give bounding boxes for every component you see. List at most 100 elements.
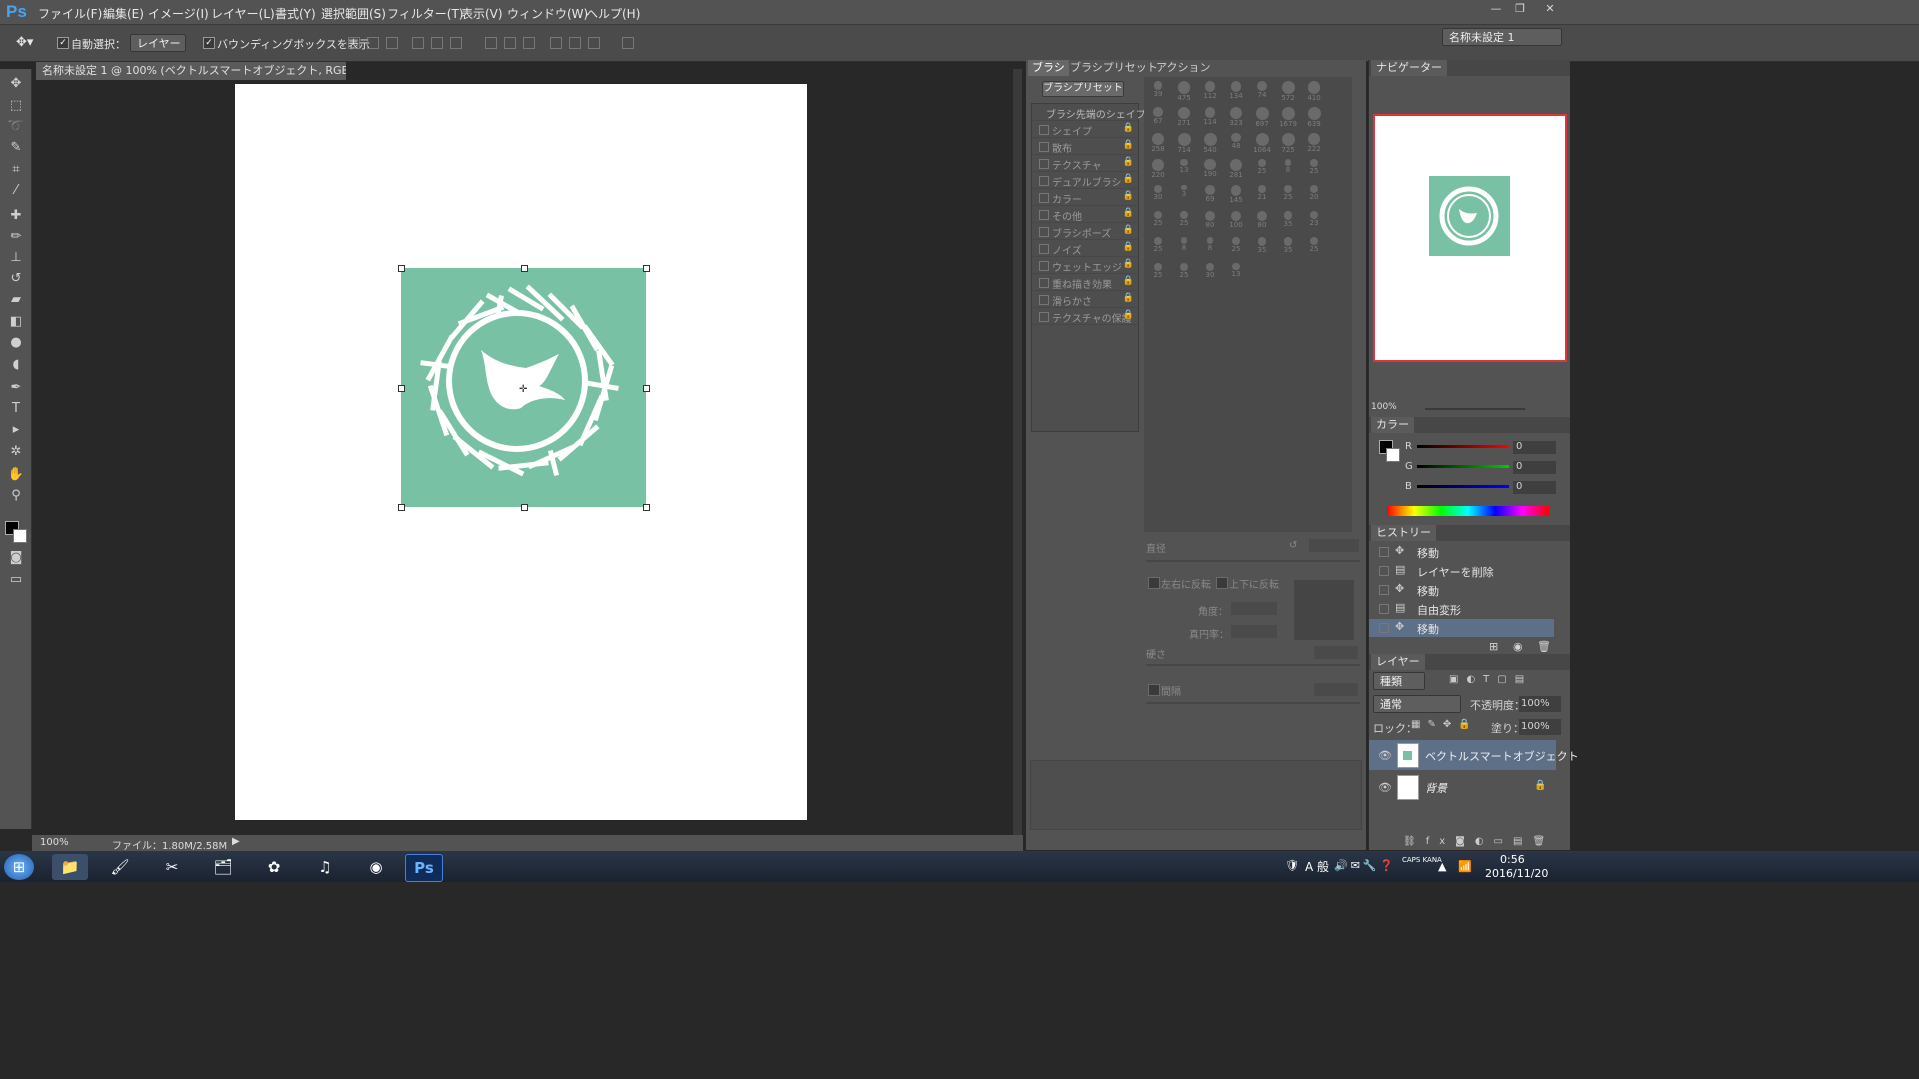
background-color-swatch[interactable] (13, 529, 27, 543)
brush-option-row[interactable]: シェイプ 🔒 (1032, 121, 1138, 138)
move-tool-icon[interactable]: ✥▾ (16, 35, 33, 50)
brush-tip-preset[interactable]: 220 (1146, 159, 1170, 179)
flip-x-checkbox[interactable] (1148, 577, 1160, 589)
ime-indicator[interactable]: A 般 (1305, 858, 1329, 875)
brush-tip-preset[interactable]: 30 (1198, 263, 1222, 279)
brush-tip-preset[interactable]: 190 (1198, 159, 1222, 178)
menu-help[interactable]: ヘルプ(H) (586, 5, 640, 22)
reset-icon[interactable]: ↺ (1289, 540, 1297, 551)
brush-tip-preset[interactable]: 3 (1172, 185, 1196, 198)
history-brush-tool-icon[interactable]: ↺ (6, 270, 26, 288)
tray-icons[interactable]: 🔊✉🔧❓ (1334, 859, 1396, 872)
smart-object-artwork[interactable]: ✛ (398, 265, 650, 511)
hardness-field[interactable] (1314, 646, 1358, 659)
history-item[interactable]: ✥ 移動 (1369, 581, 1554, 599)
explorer-icon[interactable]: 📁 (52, 854, 88, 880)
history-item[interactable]: ▤ レイヤーを削除 (1369, 562, 1554, 580)
menu-file[interactable]: ファイル(F) (38, 5, 102, 22)
brush-tip-preset[interactable]: 145 (1224, 185, 1248, 204)
dodge-tool-icon[interactable]: ◖ (6, 356, 26, 374)
transform-handle[interactable] (398, 385, 405, 392)
brush-option-row[interactable]: 重ね描き効果 🔒 (1032, 274, 1138, 291)
diameter-slider[interactable] (1146, 560, 1360, 562)
auto-select-checkbox[interactable]: ✓ (57, 37, 69, 49)
brush-tip-preset[interactable]: 8 (1172, 237, 1196, 252)
distribute-hcenter-icon[interactable] (569, 37, 581, 49)
workspace-dropdown[interactable]: 名称未設定 1 (1442, 28, 1562, 46)
brush-tip-preset[interactable]: 25 (1146, 237, 1170, 253)
color-spectrum-bar[interactable] (1387, 506, 1549, 516)
brush-tip-preset[interactable]: 35 (1250, 237, 1274, 254)
layer-filter-icons[interactable]: ▣◐T▢▤ (1449, 674, 1532, 685)
menu-view[interactable]: 表示(V) (461, 5, 503, 22)
new-document-from-state-icon[interactable]: ⊞ (1489, 640, 1498, 653)
hardness-slider[interactable] (1146, 664, 1360, 666)
brush-tool-icon[interactable]: ✏ (6, 228, 26, 246)
brush-tip-preset[interactable]: 30 (1146, 185, 1170, 201)
menu-layer[interactable]: レイヤー(L) (211, 5, 275, 22)
transform-handle[interactable] (398, 265, 405, 272)
distribute-left-icon[interactable] (550, 37, 562, 49)
transform-handle[interactable] (521, 504, 528, 511)
brush-tip-preset[interactable]: 20 (1302, 185, 1326, 201)
distribute-right-icon[interactable] (588, 37, 600, 49)
transform-handle[interactable] (643, 265, 650, 272)
brush-option-row[interactable]: その他 🔒 (1032, 206, 1138, 223)
type-tool-icon[interactable]: T (6, 400, 26, 418)
brush-tip-preset[interactable]: 25 (1146, 211, 1170, 227)
layer-filter-dropdown[interactable]: 種類 (1373, 672, 1425, 690)
layer-row-selected[interactable]: 👁 ベクトルスマートオブジェクト (1369, 740, 1579, 770)
layers-title[interactable]: レイヤー (1371, 654, 1425, 670)
menu-filter[interactable]: フィルター(T) (387, 5, 463, 22)
brush-tip-preset[interactable]: 25 (1250, 159, 1274, 175)
brush-tip-preset[interactable]: 540 (1198, 133, 1222, 154)
distribute-vcenter-icon[interactable] (504, 37, 516, 49)
color-g-value[interactable]: 0 (1513, 461, 1556, 474)
menu-edit[interactable]: 編集(E) (103, 5, 144, 22)
color-b-value[interactable]: 0 (1513, 481, 1556, 494)
brush-tip-preset[interactable]: 134 (1224, 81, 1248, 100)
transform-handle[interactable] (643, 504, 650, 511)
quick-mask-icon[interactable]: ◙ (6, 549, 26, 567)
healing-brush-tool-icon[interactable]: ✚ (6, 207, 26, 225)
brush-option-row[interactable]: 滑らかさ 🔒 (1032, 291, 1138, 308)
auto-align-icon[interactable] (622, 37, 634, 49)
brush-option-row[interactable]: 散布 🔒 (1032, 138, 1138, 155)
brush-tip-preset[interactable]: 258 (1146, 133, 1170, 153)
color-g-slider[interactable] (1417, 465, 1509, 468)
brush-tip-preset[interactable]: 100 (1224, 211, 1248, 229)
layer-row[interactable]: 👁 背景 🔒 (1369, 772, 1556, 802)
brush-tip-preset[interactable]: 35 (1276, 211, 1300, 228)
menu-image[interactable]: イメージ(I) (148, 5, 209, 22)
blur-tool-icon[interactable]: ● (6, 334, 26, 352)
color-background-swatch[interactable] (1386, 448, 1400, 462)
history-title[interactable]: ヒストリー (1371, 525, 1436, 541)
app-icon[interactable]: ✿ (256, 854, 292, 880)
show-hidden-icons[interactable]: ▲ (1438, 860, 1446, 873)
distribute-top-icon[interactable] (485, 37, 497, 49)
brush-tip-preset[interactable]: 13 (1172, 159, 1196, 174)
align-top-icon[interactable] (348, 37, 360, 49)
brush-tip-preset[interactable]: 21 (1250, 185, 1274, 201)
brush-tip-preset[interactable]: 8 (1276, 159, 1300, 174)
brush-tip-preset[interactable]: 48 (1224, 133, 1248, 150)
brush-tip-preset[interactable]: 697 (1250, 107, 1274, 128)
paint-bucket-tool-icon[interactable]: ◧ (6, 313, 26, 331)
brush-option-row[interactable]: テクスチャ 🔒 (1032, 155, 1138, 172)
brush-tip-preset[interactable]: 80 (1250, 211, 1274, 229)
brush-tip-preset[interactable]: 572 (1276, 81, 1300, 102)
brush-tip-preset[interactable]: 725 (1276, 133, 1300, 154)
brush-tip-preset[interactable]: 475 (1172, 81, 1196, 102)
brush-tip-preset[interactable]: 67 (1146, 107, 1170, 125)
marquee-tool-icon[interactable]: ⬚ (6, 97, 26, 115)
shape-tool-icon[interactable]: ✲ (6, 443, 26, 461)
spacing-slider[interactable] (1146, 702, 1360, 704)
color-r-value[interactable]: 0 (1513, 441, 1556, 454)
tab-brush-presets[interactable]: ブラシプリセット (1066, 60, 1162, 76)
tab-actions[interactable]: アクション (1152, 60, 1214, 76)
lock-option-icons[interactable]: ▦✎✥🔒 (1411, 719, 1478, 730)
navigator-preview[interactable] (1373, 114, 1567, 362)
color-b-slider[interactable] (1417, 485, 1509, 488)
brush-tip-preset[interactable]: 1064 (1250, 133, 1274, 154)
menu-select[interactable]: 選択範囲(S) (321, 5, 386, 22)
